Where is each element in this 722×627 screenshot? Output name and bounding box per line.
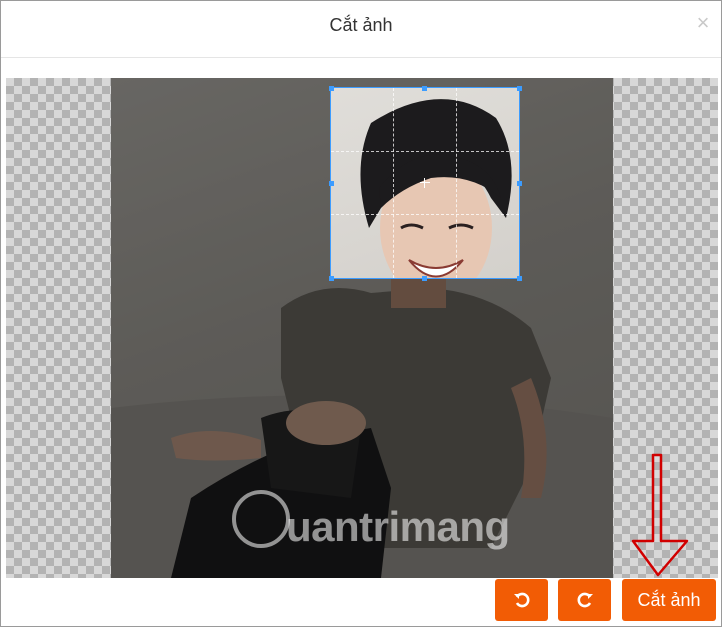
crop-handle-ne[interactable] — [517, 86, 522, 91]
crop-guide-h1 — [331, 151, 519, 152]
crop-handle-se[interactable] — [517, 276, 522, 281]
crop-box[interactable] — [330, 87, 520, 279]
dialog-header: Cắt ảnh × — [1, 1, 721, 58]
crop-handle-w[interactable] — [329, 181, 334, 186]
annotation-arrow-icon — [631, 453, 689, 577]
rotate-right-icon — [577, 592, 593, 608]
crop-canvas[interactable]: uantrimang — [6, 78, 718, 578]
close-icon[interactable]: × — [693, 12, 713, 34]
dialog-title: Cắt ảnh — [329, 15, 393, 35]
watermark-logo-icon — [232, 490, 290, 548]
crop-handle-s[interactable] — [422, 276, 427, 281]
crop-handle-nw[interactable] — [329, 86, 334, 91]
crop-dialog: Cắt ảnh × uantrimang Cắt ảnh — [0, 0, 722, 627]
crop-handle-n[interactable] — [422, 86, 427, 91]
crop-guide-h2 — [331, 214, 519, 215]
crop-guide-v1 — [393, 88, 394, 278]
crop-guide-v2 — [456, 88, 457, 278]
rotate-right-button[interactable] — [558, 579, 611, 621]
rotate-left-icon — [513, 592, 529, 608]
crop-handle-e[interactable] — [517, 181, 522, 186]
crop-center-mark — [420, 178, 430, 188]
rotate-left-button[interactable] — [495, 579, 548, 621]
watermark-text: uantrimang — [286, 503, 510, 550]
crop-handle-sw[interactable] — [329, 276, 334, 281]
crop-button[interactable]: Cắt ảnh — [622, 579, 716, 621]
